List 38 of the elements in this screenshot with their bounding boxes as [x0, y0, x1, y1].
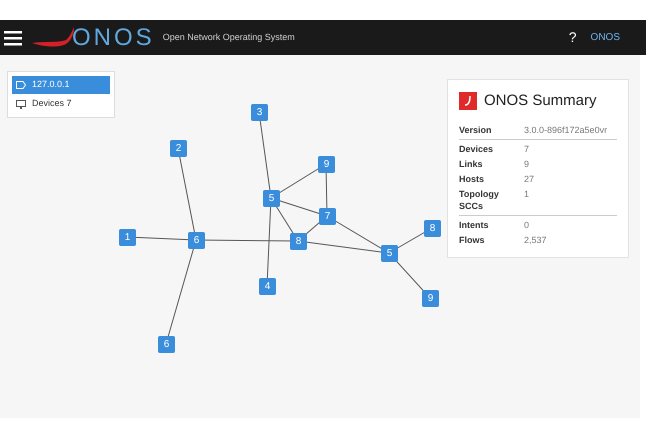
- summary-value: 7: [524, 142, 530, 154]
- summary-value: 27: [524, 172, 534, 184]
- summary-label: Intents: [459, 218, 490, 230]
- device-node[interactable]: 1: [119, 229, 136, 246]
- instance-item[interactable]: 127.0.0.1: [12, 76, 110, 94]
- user-link[interactable]: ONOS: [590, 30, 620, 45]
- device-node[interactable]: 7: [319, 208, 336, 225]
- device-node[interactable]: 5: [381, 245, 398, 262]
- summary-label: Links: [459, 158, 484, 170]
- summary-value: 9: [524, 158, 530, 170]
- summary-value: 1: [524, 188, 530, 200]
- device-node[interactable]: 9: [318, 156, 335, 173]
- device-node[interactable]: 8: [290, 233, 307, 250]
- device-node[interactable]: 8: [424, 220, 441, 237]
- device-node[interactable]: 2: [170, 140, 187, 157]
- device-node[interactable]: 6: [188, 232, 205, 249]
- onos-icon: [459, 92, 477, 110]
- menu-icon[interactable]: [4, 30, 22, 46]
- logo: ONOS: [72, 26, 155, 50]
- app-subtitle: Open Network Operating System: [162, 30, 295, 44]
- summary-title: ONOS Summary: [484, 91, 597, 111]
- summary-label: Devices: [459, 142, 494, 154]
- summary-label: Version: [459, 124, 493, 136]
- instance-item[interactable]: Devices 7: [12, 95, 110, 113]
- device-node[interactable]: 3: [251, 104, 268, 121]
- tag-icon: [16, 81, 26, 89]
- summary-label: Hosts: [459, 172, 486, 184]
- help-button[interactable]: ?: [568, 27, 577, 48]
- device-node[interactable]: 9: [422, 290, 439, 307]
- summary-value: 3.0.0-896f172a5e0vr: [524, 124, 608, 136]
- device-node[interactable]: 4: [259, 278, 276, 295]
- device-node[interactable]: 6: [158, 336, 175, 353]
- summary-value: 0: [524, 218, 530, 230]
- summary-value: 2,537: [524, 234, 547, 246]
- summary-label: Flows: [459, 234, 486, 246]
- device-node[interactable]: 5: [263, 190, 280, 207]
- summary-label: Topology SCCs: [459, 188, 500, 212]
- monitor-icon: [16, 100, 26, 108]
